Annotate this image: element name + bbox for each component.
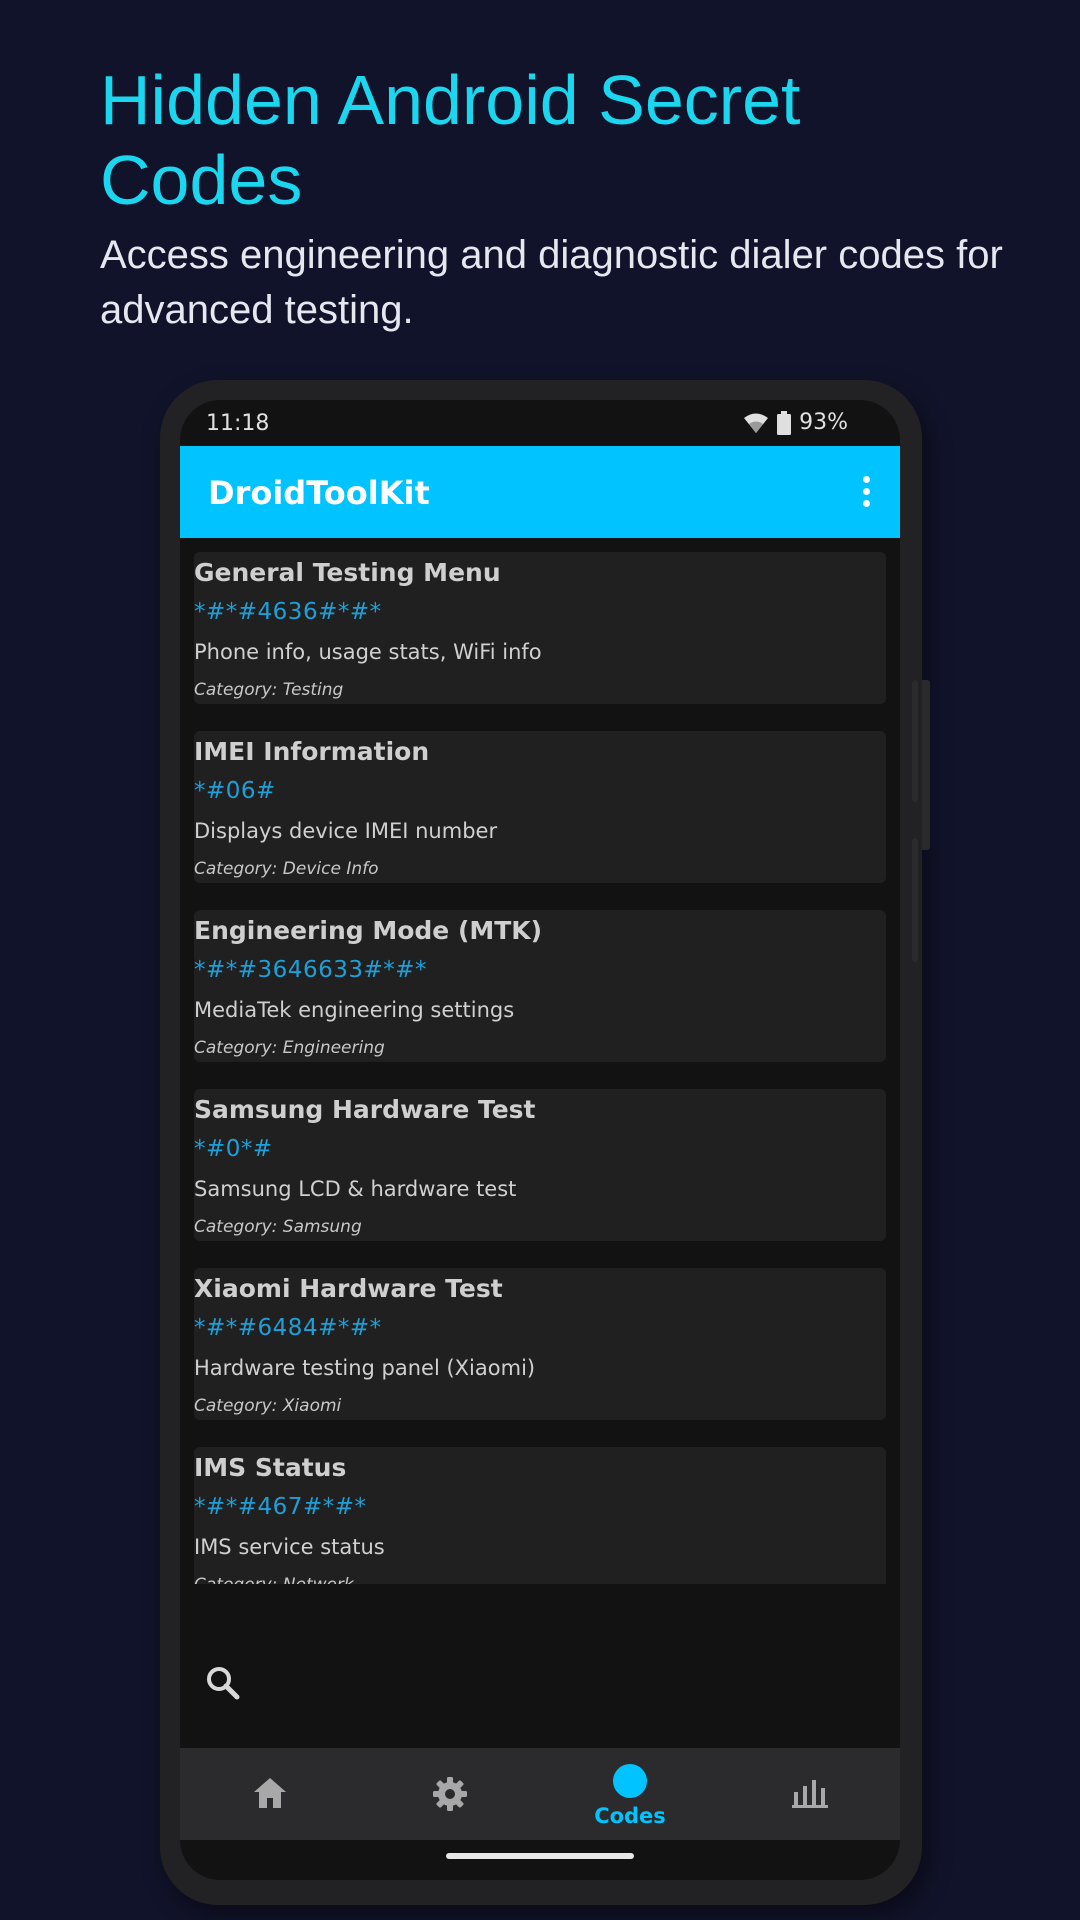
phone-frame: 11:18 93% DroidToolKit General Testing M… — [160, 380, 930, 1905]
code-category: Category: Samsung — [194, 1217, 362, 1237]
code-description: Displays device IMEI number — [194, 819, 498, 843]
nav-codes[interactable]: Codes — [540, 1748, 720, 1840]
code-card[interactable]: Engineering Mode (MTK) *#*#3646633#*#* M… — [194, 910, 886, 1062]
codes-list[interactable]: General Testing Menu *#*#4636#*#* Phone … — [180, 538, 900, 1584]
code-card[interactable]: Xiaomi Hardware Test *#*#6484#*#* Hardwa… — [194, 1268, 886, 1420]
code-name: Xiaomi Hardware Test — [194, 1274, 503, 1303]
code-description: Phone info, usage stats, WiFi info — [194, 640, 542, 664]
code-card[interactable]: Samsung Hardware Test *#0*# Samsung LCD … — [194, 1089, 886, 1241]
battery-percent: 93% — [799, 410, 848, 435]
code-description: IMS service status — [194, 1535, 385, 1559]
code-name: IMS Status — [194, 1453, 347, 1482]
code-name: General Testing Menu — [194, 558, 501, 587]
code-value: *#06# — [194, 778, 276, 804]
scroll-indicator — [912, 838, 918, 962]
code-category: Category: Device Info — [194, 859, 379, 879]
gesture-navigation-bar[interactable] — [446, 1853, 634, 1859]
code-name: IMEI Information — [194, 737, 430, 766]
search-icon[interactable] — [202, 1662, 246, 1706]
battery-icon — [777, 410, 792, 435]
bottom-navigation: Codes — [180, 1748, 900, 1840]
code-category: Category: Xiaomi — [194, 1396, 342, 1416]
code-value: *#*#6484#*#* — [194, 1315, 382, 1341]
scroll-indicator — [912, 680, 918, 802]
nav-stats[interactable] — [720, 1748, 900, 1840]
wifi-icon — [744, 413, 769, 433]
more-vert-icon[interactable] — [856, 476, 876, 508]
volume-button — [922, 680, 930, 850]
bar-chart-icon — [792, 1780, 828, 1808]
settings-icon — [433, 1777, 467, 1811]
home-icon — [254, 1778, 286, 1808]
code-card[interactable]: General Testing Menu *#*#4636#*#* Phone … — [194, 552, 886, 704]
code-card[interactable]: IMS Status *#*#467#*#* IMS service statu… — [194, 1447, 886, 1584]
nav-settings[interactable] — [360, 1748, 540, 1840]
code-value: *#*#3646633#*#* — [194, 957, 428, 983]
code-category: Category: Engineering — [194, 1038, 385, 1058]
app-title: DroidToolKit — [208, 474, 430, 512]
code-name: Engineering Mode (MTK) — [194, 916, 543, 945]
code-category: Category: Testing — [194, 680, 344, 700]
status-time: 11:18 — [206, 411, 270, 436]
code-value: *#*#4636#*#* — [194, 599, 382, 625]
nav-home[interactable] — [180, 1748, 360, 1840]
code-value: *#0*# — [194, 1136, 273, 1162]
code-description: Samsung LCD & hardware test — [194, 1177, 517, 1201]
nav-codes-label: Codes — [594, 1804, 666, 1828]
code-category: Category: Network — [194, 1575, 354, 1584]
code-card[interactable]: IMEI Information *#06# Displays device I… — [194, 731, 886, 883]
promo-title: Hidden Android Secret Codes — [100, 61, 801, 219]
code-description: MediaTek engineering settings — [194, 998, 515, 1022]
code-name: Samsung Hardware Test — [194, 1095, 536, 1124]
codes-icon — [613, 1764, 647, 1798]
phone-screen: 11:18 93% DroidToolKit General Testing M… — [180, 400, 900, 1880]
status-bar: 11:18 93% — [180, 400, 900, 446]
code-description: Hardware testing panel (Xiaomi) — [194, 1356, 536, 1380]
promo-subtitle: Access engineering and diagnostic dialer… — [100, 233, 1003, 332]
app-bar: DroidToolKit — [180, 446, 900, 538]
code-value: *#*#467#*#* — [194, 1494, 367, 1520]
